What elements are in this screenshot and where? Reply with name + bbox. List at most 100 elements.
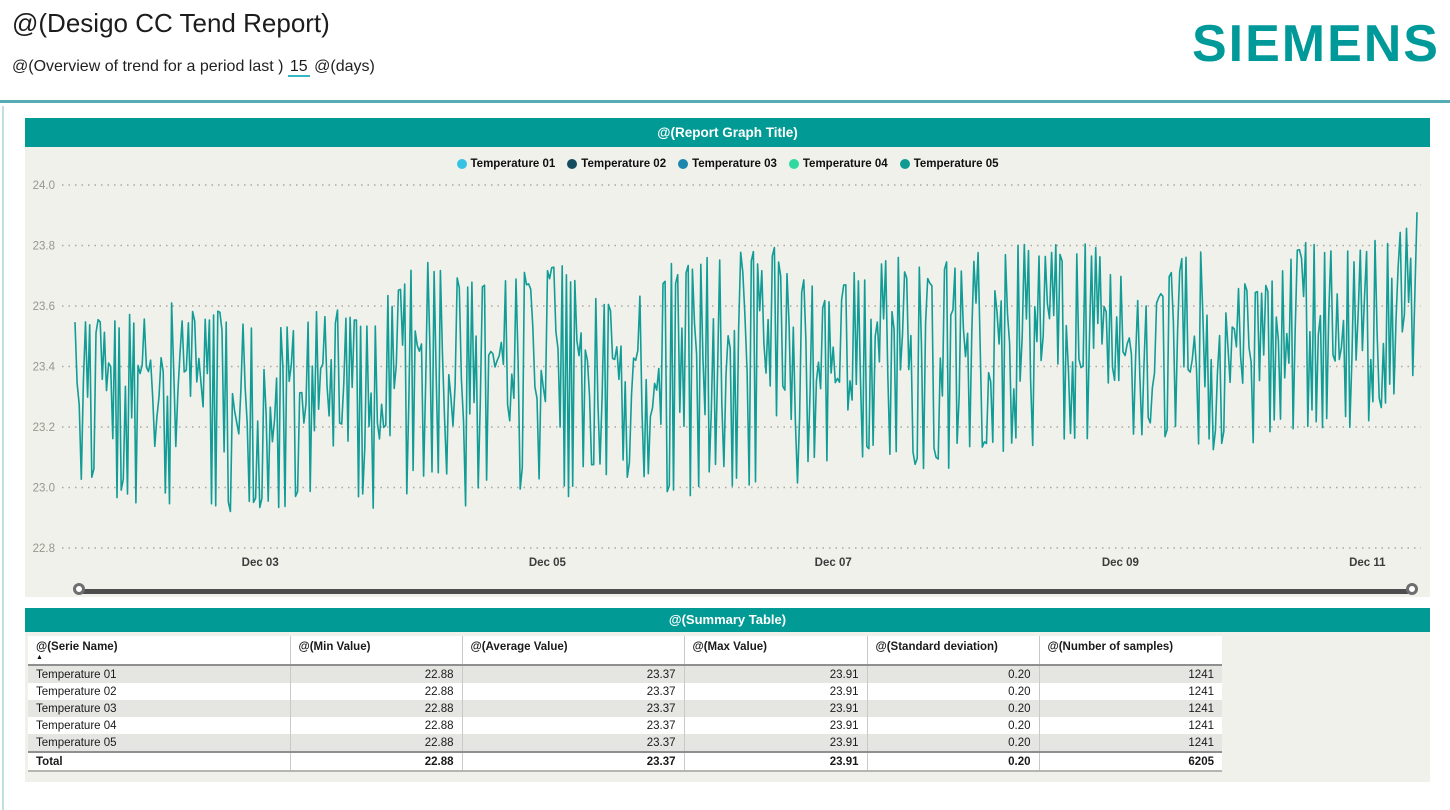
number-of-samples-cell: 1241 (1039, 665, 1222, 683)
column-header-serie-name[interactable]: @(Serie Name) ▲ (28, 636, 290, 665)
min-value-cell: 22.88 (290, 734, 462, 752)
slider-handle-left[interactable] (73, 583, 85, 595)
report-header: @(Desigo CC Tend Report) @(Overview of t… (0, 0, 1450, 103)
legend-label: Temperature 02 (581, 158, 666, 170)
legend-dot-icon (567, 159, 577, 169)
chart-legend: Temperature 01 Temperature 02 Temperature … (25, 153, 1430, 175)
average-value-cell: 23.37 (462, 683, 684, 700)
report-subtitle: @(Overview of trend for a period last ) … (12, 58, 375, 76)
y-axis-tick-label: 23.4 (33, 362, 56, 374)
trend-report-page: @(Desigo CC Tend Report) @(Overview of t… (0, 0, 1450, 810)
legend-label: Temperature 05 (914, 158, 999, 170)
column-header-min-value[interactable]: @(Min Value) (290, 636, 462, 665)
table-row: Temperature 04 22.88 23.37 23.91 0.20 12… (28, 717, 1222, 734)
average-value-cell: 23.37 (462, 734, 684, 752)
max-value-cell: 23.91 (684, 700, 867, 717)
total-samples-cell: 6205 (1039, 752, 1222, 771)
total-min-cell: 22.88 (290, 752, 462, 771)
days-parameter-value[interactable]: 15 (288, 58, 310, 77)
legend-item[interactable]: Temperature 03 (678, 158, 777, 170)
summary-panel: @(Summary Table) @(Serie Name) ▲ @(Min V… (25, 608, 1430, 782)
summary-table: @(Serie Name) ▲ @(Min Value) @(Average V… (28, 636, 1222, 772)
legend-dot-icon (900, 159, 910, 169)
standard-deviation-cell: 0.20 (867, 717, 1039, 734)
summary-table-head: @(Serie Name) ▲ @(Min Value) @(Average V… (28, 636, 1222, 665)
column-header-average-value[interactable]: @(Average Value) (462, 636, 684, 665)
table-row: Temperature 02 22.88 23.37 23.91 0.20 12… (28, 683, 1222, 700)
max-value-cell: 23.91 (684, 717, 867, 734)
legend-item[interactable]: Temperature 01 (457, 158, 556, 170)
x-axis-tick-label: Dec 09 (1102, 557, 1139, 569)
legend-label: Temperature 04 (803, 158, 888, 170)
number-of-samples-cell: 1241 (1039, 734, 1222, 752)
page-title: @(Desigo CC Tend Report) (12, 8, 330, 39)
y-axis-tick-label: 23.2 (33, 422, 55, 434)
number-of-samples-cell: 1241 (1039, 700, 1222, 717)
graph-body: Temperature 01 Temperature 02 Temperature … (25, 147, 1430, 597)
standard-deviation-cell: 0.20 (867, 683, 1039, 700)
summary-title-bar: @(Summary Table) (25, 608, 1430, 632)
legend-dot-icon (678, 159, 688, 169)
total-average-cell: 23.37 (462, 752, 684, 771)
serie-name-cell: Temperature 03 (28, 700, 290, 717)
standard-deviation-cell: 0.20 (867, 734, 1039, 752)
legend-label: Temperature 03 (692, 158, 777, 170)
y-axis-tick-label: 23.6 (33, 301, 55, 313)
legend-item[interactable]: Temperature 05 (900, 158, 999, 170)
y-axis-tick-label: 23.0 (33, 483, 55, 495)
legend-dot-icon (457, 159, 467, 169)
standard-deviation-cell: 0.20 (867, 665, 1039, 683)
legend-item[interactable]: Temperature 04 (789, 158, 888, 170)
serie-name-cell: Temperature 05 (28, 734, 290, 752)
subtitle-prefix: @(Overview of trend for a period last ) (12, 58, 283, 75)
temperature-trend-line (75, 212, 1417, 511)
x-axis-tick-label: Dec 05 (529, 557, 567, 569)
summary-table-body: Temperature 01 22.88 23.37 23.91 0.20 12… (28, 665, 1222, 771)
legend-label: Temperature 01 (471, 158, 556, 170)
serie-name-cell: Temperature 01 (28, 665, 290, 683)
x-axis-tick-label: Dec 07 (815, 557, 852, 569)
y-axis-tick-label: 24.0 (33, 180, 55, 192)
total-label-cell: Total (28, 752, 290, 771)
y-axis-tick-label: 23.8 (33, 241, 55, 253)
slider-track[interactable] (81, 589, 1410, 594)
standard-deviation-cell: 0.20 (867, 700, 1039, 717)
table-row: Temperature 05 22.88 23.37 23.91 0.20 12… (28, 734, 1222, 752)
serie-name-cell: Temperature 02 (28, 683, 290, 700)
x-axis-tick-label: Dec 11 (1349, 557, 1386, 569)
y-axis-tick-label: 22.8 (33, 543, 55, 555)
max-value-cell: 23.91 (684, 683, 867, 700)
sort-ascending-icon: ▲ (36, 654, 282, 662)
total-std-cell: 0.20 (867, 752, 1039, 771)
time-range-slider (73, 575, 1418, 609)
legend-item[interactable]: Temperature 02 (567, 158, 666, 170)
subtitle-suffix: @(days) (314, 58, 375, 75)
graph-panel: @(Report Graph Title) Temperature 01Temp… (25, 118, 1430, 597)
min-value-cell: 22.88 (290, 665, 462, 683)
column-header-standard-deviation[interactable]: @(Standard deviation) (867, 636, 1039, 665)
average-value-cell: 23.37 (462, 717, 684, 734)
column-header-number-of-samples[interactable]: @(Number of samples) (1039, 636, 1222, 665)
table-total-row: Total 22.88 23.37 23.91 0.20 6205 (28, 752, 1222, 771)
number-of-samples-cell: 1241 (1039, 717, 1222, 734)
average-value-cell: 23.37 (462, 700, 684, 717)
column-header-max-value[interactable]: @(Max Value) (684, 636, 867, 665)
page-edge-line (2, 106, 4, 810)
min-value-cell: 22.88 (290, 683, 462, 700)
max-value-cell: 23.91 (684, 734, 867, 752)
legend-dot-icon (789, 159, 799, 169)
min-value-cell: 22.88 (290, 700, 462, 717)
average-value-cell: 23.37 (462, 665, 684, 683)
serie-name-cell: Temperature 04 (28, 717, 290, 734)
table-row: Temperature 03 22.88 23.37 23.91 0.20 12… (28, 700, 1222, 717)
siemens-logo: SIEMENS (1192, 18, 1440, 70)
slider-handle-right[interactable] (1406, 583, 1418, 595)
number-of-samples-cell: 1241 (1039, 683, 1222, 700)
min-value-cell: 22.88 (290, 717, 462, 734)
x-axis-tick-label: Dec 03 (242, 557, 279, 569)
max-value-cell: 23.91 (684, 665, 867, 683)
table-row: Temperature 01 22.88 23.37 23.91 0.20 12… (28, 665, 1222, 683)
trend-chart: 24.0 23.8 23.6 23.4 23.2 23.0 22.8 Dec 03 Dec 05… (25, 175, 1430, 575)
total-max-cell: 23.91 (684, 752, 867, 771)
graph-title-bar: @(Report Graph Title) (25, 118, 1430, 147)
